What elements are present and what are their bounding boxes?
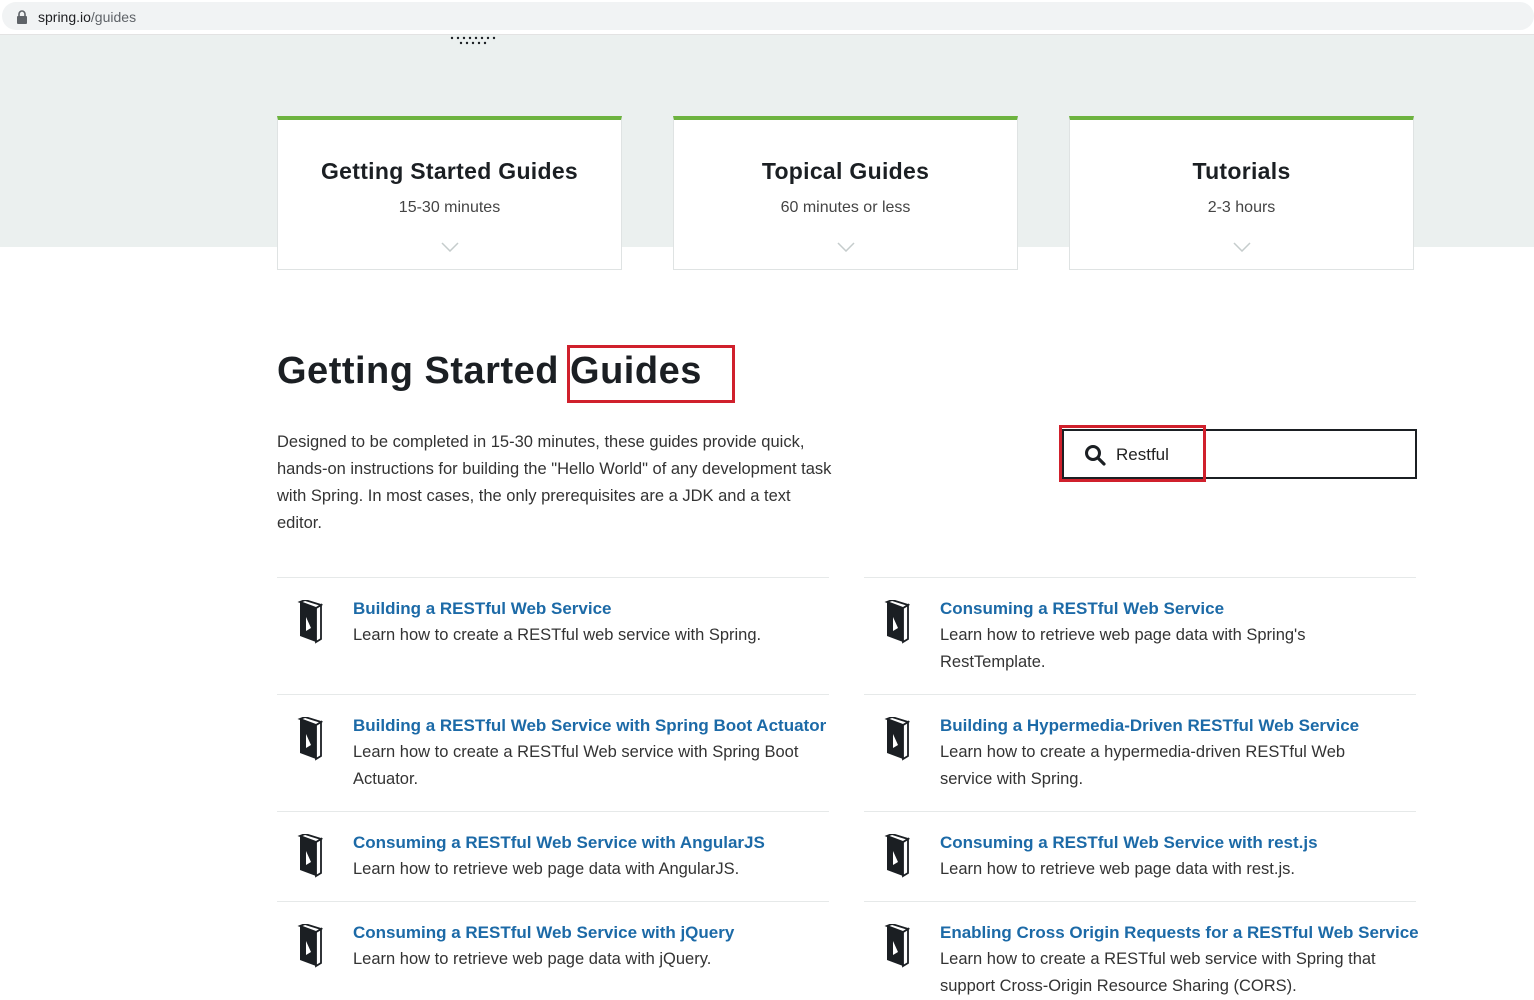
guide-title-link[interactable]: Consuming a RESTful Web Service with res…: [940, 833, 1318, 853]
guide-item: Building a RESTful Web Service with Spri…: [277, 694, 829, 811]
guide-description: Learn how to create a hypermedia-driven …: [940, 743, 1346, 788]
guide-description: Learn how to retrieve web page data with…: [940, 860, 1295, 878]
card-topical[interactable]: Topical Guides 60 minutes or less: [673, 116, 1018, 270]
card-subtitle: 15-30 minutes: [398, 199, 501, 216]
browser-address-bar: spring.io/guides: [0, 0, 1534, 35]
guide-description: Learn how to retrieve web page data with…: [353, 950, 712, 968]
guide-title-link[interactable]: Building a RESTful Web Service with Spri…: [353, 716, 826, 736]
book-icon: [297, 600, 323, 644]
guide-item: Consuming a RESTful Web Service with Ang…: [277, 811, 829, 901]
section-description: Designed to be completed in 15-30 minute…: [277, 433, 832, 532]
chevron-down-icon: [1232, 242, 1251, 252]
guide-item: Consuming a RESTful Web Service Learn ho…: [864, 577, 1416, 694]
book-icon: [297, 924, 323, 968]
card-title: Tutorials: [1192, 158, 1291, 184]
guide-description: Learn how to create a RESTful Web servic…: [353, 743, 799, 788]
highlight-box-search: [1059, 425, 1206, 482]
guide-item: Enabling Cross Origin Requests for a RES…: [864, 901, 1419, 998]
card-subtitle: 2-3 hours: [1207, 199, 1276, 216]
guide-description: Learn how to create a RESTful web servic…: [940, 950, 1376, 995]
card-title: Topical Guides: [761, 158, 930, 184]
guide-item: Consuming a RESTful Web Service with jQu…: [277, 901, 829, 998]
book-icon: [297, 717, 323, 761]
section-title-part1: Getting Started: [277, 350, 559, 392]
guide-title-link[interactable]: Consuming a RESTful Web Service with Ang…: [353, 833, 765, 853]
highlight-box-title: [567, 345, 735, 403]
url-path: /guides: [90, 9, 137, 25]
guide-description: Learn how to create a RESTful web servic…: [353, 626, 762, 644]
chevron-down-icon: [836, 242, 855, 252]
guide-item: Building a RESTful Web Service Learn how…: [277, 577, 829, 694]
card-getting-started[interactable]: Getting Started Guides 15-30 minutes: [277, 116, 622, 270]
book-icon: [297, 834, 323, 878]
book-icon: [884, 834, 910, 878]
dots-decoration-icon: [450, 36, 496, 45]
card-subtitle: 60 minutes or less: [780, 199, 911, 216]
url-host: spring.io: [38, 9, 91, 25]
chevron-down-icon: [440, 242, 459, 252]
guide-title-link[interactable]: Consuming a RESTful Web Service: [940, 599, 1224, 619]
guide-title-link[interactable]: Building a RESTful Web Service: [353, 599, 612, 619]
card-tutorials[interactable]: Tutorials 2-3 hours: [1069, 116, 1414, 270]
book-icon: [884, 600, 910, 644]
guide-description: Learn how to retrieve web page data with…: [353, 860, 740, 878]
guide-description: Learn how to retrieve web page data with…: [940, 626, 1306, 671]
guide-title-link[interactable]: Enabling Cross Origin Requests for a RES…: [940, 923, 1419, 943]
guide-item: Consuming a RESTful Web Service with res…: [864, 811, 1416, 901]
book-icon: [884, 717, 910, 761]
card-title: Getting Started Guides: [320, 158, 579, 184]
url-text: spring.io/guides: [38, 9, 136, 25]
lock-icon: [17, 10, 27, 24]
guide-item: Building a Hypermedia-Driven RESTful Web…: [864, 694, 1416, 811]
guide-title-link[interactable]: Building a Hypermedia-Driven RESTful Web…: [940, 716, 1359, 736]
book-icon: [884, 924, 910, 968]
guide-title-link[interactable]: Consuming a RESTful Web Service with jQu…: [353, 923, 734, 943]
url-field[interactable]: spring.io/guides: [2, 2, 1534, 30]
